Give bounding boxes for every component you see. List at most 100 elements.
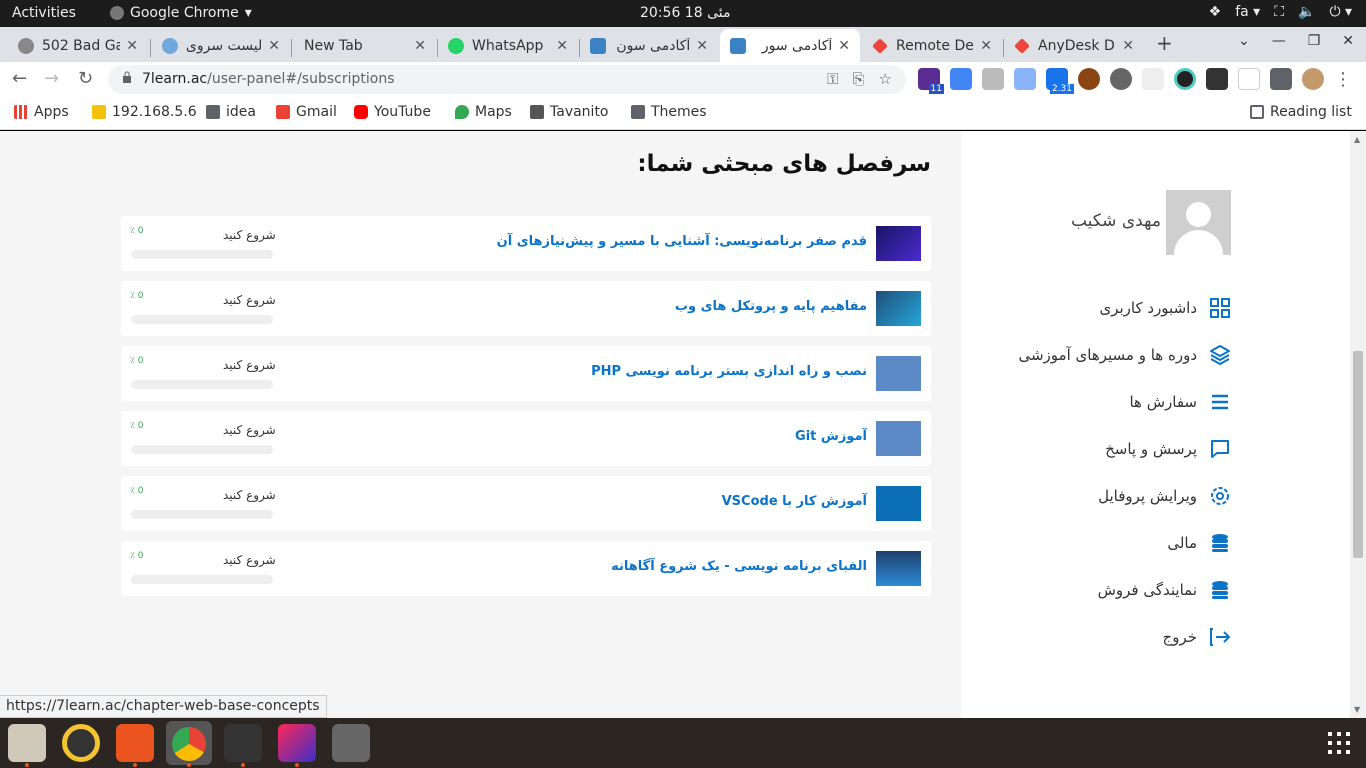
sidebar-item-logout[interactable]: خروج: [1163, 624, 1231, 650]
progress-percent: ٪ 0: [130, 356, 144, 366]
sidebar-item-finance[interactable]: مالی: [1167, 530, 1231, 556]
key-icon[interactable]: ⚿: [827, 70, 838, 88]
cookie-icon[interactable]: [1078, 68, 1100, 90]
m-extension-icon[interactable]: [1206, 68, 1228, 90]
extension-icon[interactable]: 11: [918, 68, 944, 94]
course-title[interactable]: آموزش Git: [795, 429, 867, 444]
power-icon[interactable]: ⏻ ▾: [1329, 4, 1352, 20]
course-card[interactable]: قدم صفر برنامه‌نویسی: آشنایی با مسیر و پ…: [121, 216, 931, 271]
close-icon[interactable]: ✕: [126, 38, 138, 54]
maximize-button[interactable]: ❐: [1308, 33, 1321, 49]
keyboard-layout[interactable]: fa ▾: [1235, 4, 1260, 20]
puzzle-icon[interactable]: [1270, 68, 1292, 90]
close-icon[interactable]: ✕: [556, 38, 568, 54]
camera-icon[interactable]: [982, 68, 1004, 90]
bookmark-idea[interactable]: idea: [206, 104, 256, 120]
clock[interactable]: 20:56 مئی 18: [640, 5, 730, 21]
intellij-icon[interactable]: [278, 724, 316, 762]
reload-button[interactable]: ↻: [78, 68, 93, 89]
tab-whatsapp[interactable]: WhatsApp ✕: [438, 29, 578, 62]
activities-button[interactable]: Activities: [12, 5, 76, 21]
sidebar-item-courses[interactable]: دوره ها و مسیرهای آموزشی: [1018, 342, 1231, 368]
scrollbar-thumb[interactable]: [1353, 351, 1363, 558]
scroll-up-icon[interactable]: ▲: [1354, 135, 1360, 144]
close-window-button[interactable]: ✕: [1342, 33, 1354, 49]
profile-avatar[interactable]: [1302, 68, 1324, 90]
bookmark-gmail[interactable]: Gmail: [276, 104, 337, 120]
wordpress-icon[interactable]: [1110, 68, 1132, 90]
back-button[interactable]: ←: [12, 68, 27, 89]
course-title[interactable]: مفاهیم پایه و پروتکل های وب: [675, 299, 867, 314]
app-menu[interactable]: Google Chrome ▾: [110, 5, 252, 21]
tab-7learn-1[interactable]: آکادمی سون ✕: [580, 29, 718, 62]
close-icon[interactable]: ✕: [268, 38, 280, 54]
extension-icon[interactable]: [1142, 68, 1164, 90]
star-icon[interactable]: ☆: [879, 70, 892, 88]
avatar[interactable]: [1166, 190, 1231, 255]
sidebar-item-qa[interactable]: پرسش و پاسخ: [1105, 436, 1231, 462]
extension-icon[interactable]: 2.31: [1046, 68, 1074, 94]
course-card[interactable]: مفاهیم پایه و پروتکل های وب شروع کنید ٪ …: [121, 281, 931, 336]
bookmark-maps[interactable]: Maps: [455, 104, 512, 120]
sidebar-item-dashboard[interactable]: داشبورد کاربری: [1099, 295, 1231, 321]
translate-extension-icon[interactable]: [950, 68, 972, 90]
close-icon[interactable]: ✕: [696, 38, 708, 54]
course-title[interactable]: نصب و راه اندازی بستر برنامه نویسی PHP: [591, 364, 867, 379]
volume-icon[interactable]: 🔈: [1298, 4, 1315, 20]
course-card[interactable]: آموزش Git شروع کنید ٪ 0: [121, 411, 931, 466]
show-applications-icon[interactable]: [1328, 732, 1350, 754]
course-title[interactable]: قدم صفر برنامه‌نویسی: آشنایی با مسیر و پ…: [497, 234, 867, 249]
start-label[interactable]: شروع کنید: [223, 293, 276, 307]
color-picker-icon[interactable]: [1174, 68, 1196, 90]
network-icon[interactable]: ⛶: [1274, 4, 1284, 20]
minimize-button[interactable]: —: [1272, 33, 1286, 49]
bookmark-ip[interactable]: 192.168.5.6: [92, 104, 197, 120]
new-tab-button[interactable]: +: [1156, 31, 1173, 55]
bookmark-themes[interactable]: Themes: [631, 104, 707, 120]
bookmark-apps[interactable]: Apps: [14, 104, 69, 120]
start-label[interactable]: شروع کنید: [223, 488, 276, 502]
address-bar[interactable]: 7learn.ac/user-panel#/subscriptions ⚿ ⎘ …: [108, 65, 906, 94]
tab-502[interactable]: 502 Bad Ga ✕: [8, 29, 148, 62]
close-icon[interactable]: ✕: [1122, 38, 1134, 54]
bookmark-youtube[interactable]: YouTube: [354, 104, 431, 120]
forward-button[interactable]: →: [44, 68, 59, 89]
start-label[interactable]: شروع کنید: [223, 228, 276, 242]
page-scrollbar[interactable]: ▲ ▼: [1350, 131, 1366, 718]
start-label[interactable]: شروع کنید: [223, 423, 276, 437]
translate-icon[interactable]: ⎘: [853, 70, 865, 88]
close-icon[interactable]: ✕: [838, 38, 850, 54]
screenshot-icon[interactable]: [1014, 68, 1036, 90]
sidebar-item-orders[interactable]: سفارش ها: [1129, 389, 1231, 415]
tab-anydesk[interactable]: AnyDesk DE ✕: [1004, 29, 1144, 62]
files-icon[interactable]: [8, 724, 46, 762]
tab-new[interactable]: New Tab ✕: [294, 29, 436, 62]
course-card[interactable]: الفبای برنامه نویسی - یک شروع آگاهانه شر…: [121, 541, 931, 596]
close-icon[interactable]: ✕: [414, 38, 426, 54]
tab-search-icon[interactable]: ⌄: [1238, 33, 1250, 49]
json-icon[interactable]: [1238, 68, 1260, 90]
rhythmbox-icon[interactable]: [62, 724, 100, 762]
scroll-down-icon[interactable]: ▼: [1354, 705, 1360, 714]
system-tray[interactable]: ❖ fa ▾ ⛶ 🔈 ⏻ ▾: [1209, 4, 1352, 20]
course-card[interactable]: آموزش کار با VSCode شروع کنید ٪ 0: [121, 476, 931, 531]
tab-7learn-active[interactable]: آکادمی سور ✕: [720, 29, 860, 62]
course-card[interactable]: نصب و راه اندازی بستر برنامه نویسی PHP ش…: [121, 346, 931, 401]
tab-remote-desktop[interactable]: Remote De ✕: [862, 29, 1002, 62]
software-icon[interactable]: [116, 724, 154, 762]
course-title[interactable]: آموزش کار با VSCode: [722, 494, 867, 509]
start-label[interactable]: شروع کنید: [223, 553, 276, 567]
bookmark-tavanito[interactable]: Tavanito: [530, 104, 609, 120]
dropbox-icon[interactable]: ❖: [1209, 4, 1222, 20]
sidebar-item-edit-profile[interactable]: ویرایش پروفایل: [1098, 483, 1231, 509]
menu-icon[interactable]: ⋮: [1334, 69, 1352, 90]
sidebar-item-sales-agency[interactable]: نمایندگی فروش: [1098, 577, 1231, 603]
lock-icon[interactable]: [122, 71, 132, 83]
course-title[interactable]: الفبای برنامه نویسی - یک شروع آگاهانه: [611, 559, 867, 574]
tab-service-list[interactable]: لیست سروی ✕: [152, 29, 290, 62]
terminal-icon[interactable]: [224, 724, 262, 762]
usb-drive-icon[interactable]: [332, 724, 370, 762]
start-label[interactable]: شروع کنید: [223, 358, 276, 372]
reading-list-button[interactable]: Reading list: [1250, 104, 1352, 120]
close-icon[interactable]: ✕: [980, 38, 992, 54]
